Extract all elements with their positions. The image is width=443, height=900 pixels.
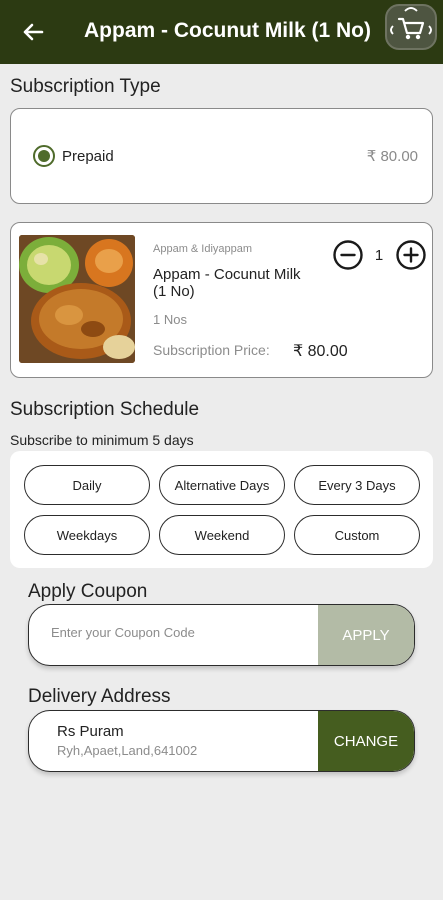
page-title: Appam - Cocunut Milk (1 No) <box>84 19 371 42</box>
apply-coupon-title: Apply Coupon <box>28 581 148 602</box>
schedule-option-weekend[interactable]: Weekend <box>159 515 285 555</box>
delivery-address-title: Delivery Address <box>28 686 171 707</box>
arrow-left-icon <box>23 23 44 41</box>
delivery-address-field: Rs Puram Ryh,Apaet,Land,641002 CHANGE <box>28 710 415 772</box>
prepaid-price: ₹ 80.00 <box>366 148 418 165</box>
subscription-price-label: Subscription Price: <box>153 342 270 358</box>
schedule-option-custom[interactable]: Custom <box>294 515 420 555</box>
schedule-option-weekdays[interactable]: Weekdays <box>24 515 150 555</box>
cart-button[interactable] <box>385 4 437 50</box>
product-name: Appam - Cocunut Milk (1 No) <box>153 266 301 300</box>
change-address-button[interactable]: CHANGE <box>318 711 414 771</box>
subscription-schedule-title: Subscription Schedule <box>10 399 200 420</box>
subscription-type-card: Prepaid ₹ 80.00 <box>10 108 433 204</box>
address-line: Ryh,Apaet,Land,641002 <box>57 743 198 758</box>
schedule-options-panel: Daily Alternative Days Every 3 Days Week… <box>10 451 433 568</box>
back-button[interactable] <box>18 17 48 47</box>
minus-circle-icon <box>333 240 363 270</box>
quantity-value: 1 <box>374 247 384 264</box>
product-card: Appam & Idiyappam Appam - Cocunut Milk (… <box>10 222 433 378</box>
product-category: Appam & Idiyappam <box>153 243 253 255</box>
cart-icon <box>390 7 432 40</box>
address-name: Rs Puram <box>57 723 124 740</box>
minimum-days-note: Subscribe to minimum 5 days <box>10 432 194 448</box>
app-bar: Appam - Cocunut Milk (1 No) <box>0 0 443 64</box>
increase-quantity-button[interactable] <box>395 239 427 271</box>
schedule-option-daily[interactable]: Daily <box>24 465 150 505</box>
subscription-type-title: Subscription Type <box>10 76 161 97</box>
coupon-input[interactable]: Enter your Coupon Code <box>51 625 195 640</box>
prepaid-radio[interactable] <box>33 145 55 167</box>
coupon-field: Enter your Coupon Code APPLY <box>28 604 415 666</box>
schedule-option-every-3-days[interactable]: Every 3 Days <box>294 465 420 505</box>
product-quantity-text: 1 Nos <box>153 312 187 327</box>
subscription-price: ₹ 80.00 <box>293 343 348 360</box>
product-image <box>19 235 135 363</box>
plus-circle-icon <box>396 240 426 270</box>
decrease-quantity-button[interactable] <box>332 239 364 271</box>
apply-coupon-button[interactable]: APPLY <box>318 605 414 665</box>
schedule-option-alternative-days[interactable]: Alternative Days <box>159 465 285 505</box>
prepaid-label: Prepaid <box>62 148 114 165</box>
